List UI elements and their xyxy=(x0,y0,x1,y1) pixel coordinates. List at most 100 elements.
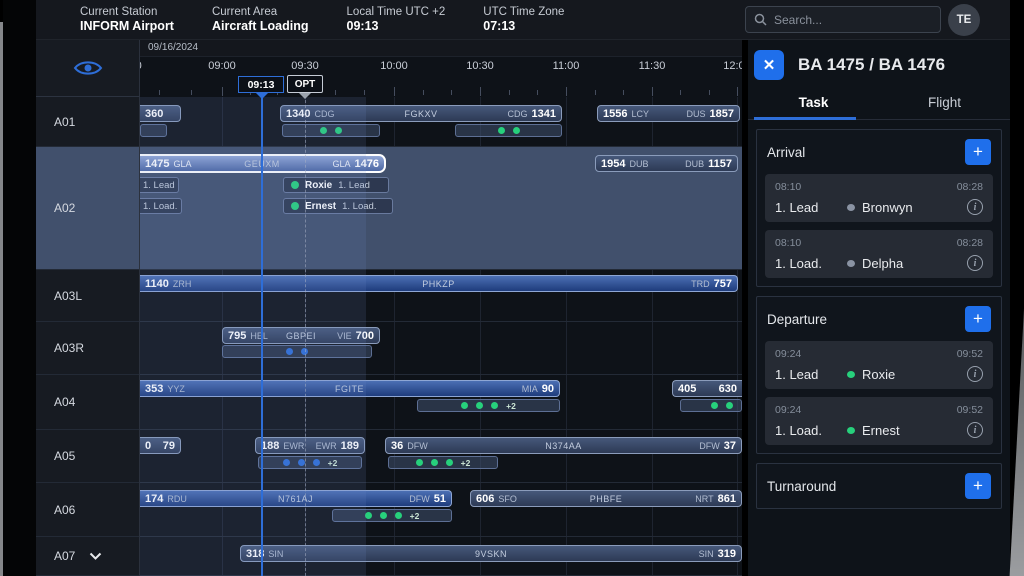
flight-number: 189 xyxy=(341,440,359,452)
flight-bar[interactable]: 353YYZFGITEMIA90 xyxy=(140,380,560,397)
gantt-row-A03R[interactable]: 795HELGBPEIVIE700 xyxy=(140,322,742,375)
task-assignee: Roxie xyxy=(847,367,967,382)
flight-bar-left: 1556LCY xyxy=(603,108,653,120)
search-box[interactable] xyxy=(745,6,941,33)
flight-bar[interactable]: 1340CDGFGKXVCDG1341 xyxy=(280,105,562,122)
user-avatar[interactable]: TE xyxy=(948,4,980,36)
flight-bar-left: 360 xyxy=(145,108,163,120)
stand-label-A03R[interactable]: A03R xyxy=(36,322,139,375)
chevron-down-icon[interactable] xyxy=(89,552,102,561)
flight-number: 1157 xyxy=(708,158,732,170)
panel-header: ✕ BA 1475 / BA 1476 xyxy=(748,40,1010,86)
flight-bar[interactable]: 1556LCYDUS1857 xyxy=(597,105,740,122)
task-card[interactable]: 08:1008:281. LeadBronwyni xyxy=(765,174,993,222)
task-progress-bar[interactable] xyxy=(222,345,372,358)
task-end-time: 09:52 xyxy=(957,404,983,416)
flight-bar[interactable]: 795HELGBPEIVIE700 xyxy=(222,327,380,344)
stand-label-A07[interactable]: A07 xyxy=(36,537,139,576)
section-header: Arrival+ xyxy=(757,130,1001,174)
gantt-row-A07[interactable]: 318SIN9VSKNSIN319 xyxy=(140,537,742,576)
flight-bar[interactable]: 606SFOPHBFENRT861 xyxy=(470,490,742,507)
tick-row xyxy=(140,78,742,97)
flight-bar[interactable]: 1140ZRHPHKZPTRD757 xyxy=(140,275,738,292)
info-icon[interactable]: i xyxy=(967,422,983,438)
flight-bar-right: DUB1157 xyxy=(681,158,732,170)
flight-bar[interactable]: 318SIN9VSKNSIN319 xyxy=(240,545,742,562)
section-departure: Departure+09:2409:521. LeadRoxiei09:2409… xyxy=(756,296,1002,454)
gantt-row-A05[interactable]: 079 188EWR EWR189 36DFWN374AADFW37 +2 +2 xyxy=(140,430,742,483)
info-icon[interactable]: i xyxy=(967,255,983,271)
gantt-row-A02[interactable]: 1475GLAGEUXMGLA1476 1954DUBDUB1157 1. Lead… xyxy=(140,147,742,270)
flight-bar-left: 353YYZ xyxy=(145,383,189,395)
gantt-rows: 3601340CDGFGKXVCDG13411556LCYDUS18571475… xyxy=(140,97,742,576)
task-progress-bar[interactable] xyxy=(282,124,380,137)
assignee-name: Ernest xyxy=(862,423,900,438)
tab-flight[interactable]: Flight xyxy=(879,86,1010,119)
assignee-status-dot xyxy=(847,371,855,378)
task-progress-bar[interactable]: +2 xyxy=(332,509,452,522)
flight-bar[interactable]: 1954DUBDUB1157 xyxy=(595,155,738,172)
task-chip[interactable]: Ernest1. Load. xyxy=(283,198,393,214)
flight-number: 319 xyxy=(718,548,736,560)
close-icon[interactable]: ✕ xyxy=(754,50,784,80)
topbar-item-value: 07:13 xyxy=(483,19,564,34)
flight-number: 90 xyxy=(542,383,554,395)
flight-bar-left: 405 xyxy=(678,383,696,395)
add-task-button[interactable]: + xyxy=(965,473,991,499)
airport-code: VIE xyxy=(337,331,352,341)
add-task-button[interactable]: + xyxy=(965,139,991,165)
search-input[interactable] xyxy=(774,13,924,27)
task-progress-bar[interactable]: +2 xyxy=(258,456,362,469)
task-card[interactable]: 09:2409:521. Load.Ernesti xyxy=(765,397,993,445)
task-progress-bar[interactable] xyxy=(455,124,562,137)
flight-bar-left: 188EWR xyxy=(261,440,308,452)
info-icon[interactable]: i xyxy=(967,199,983,215)
stand-label-A01[interactable]: A01 xyxy=(36,97,139,147)
flight-bar[interactable]: 174RDUN761AJDFW51 xyxy=(140,490,452,507)
stand-label-A05[interactable]: A05 xyxy=(36,430,139,483)
task-status-dot xyxy=(298,459,305,466)
gantt-row-A01[interactable]: 3601340CDGFGKXVCDG13411556LCYDUS1857 xyxy=(140,97,742,147)
stand-label-A02[interactable]: A02 xyxy=(36,147,139,270)
stand-label-A04[interactable]: A04 xyxy=(36,375,139,430)
flight-number: 1140 xyxy=(145,278,169,290)
task-chip[interactable]: 1. Load. xyxy=(140,198,182,214)
task-status-dot xyxy=(291,181,299,189)
gantt-row-A03L[interactable]: 1140ZRHPHKZPTRD757 xyxy=(140,270,742,322)
task-progress-bar[interactable]: +2 xyxy=(388,456,498,469)
flight-bar[interactable]: 1475GLAGEUXMGLA1476 xyxy=(140,154,386,173)
search-icon xyxy=(754,13,767,26)
airport-code: NRT xyxy=(695,494,713,504)
eye-icon[interactable] xyxy=(73,59,103,77)
gantt-row-A06[interactable]: 174RDUN761AJDFW51 606SFOPHBFENRT861 +2 xyxy=(140,483,742,537)
gantt-row-A04[interactable]: 353YYZFGITEMIA90 405630 +2 xyxy=(140,375,742,430)
task-progress-bar[interactable] xyxy=(680,399,742,412)
info-icon[interactable]: i xyxy=(967,366,983,382)
task-label: 1. Load. xyxy=(143,201,177,212)
flight-number: 79 xyxy=(163,440,175,452)
task-chip[interactable]: Roxie1. Lead xyxy=(283,177,389,193)
task-times: 09:24 09:52 xyxy=(775,404,983,416)
task-card[interactable]: 09:2409:521. LeadRoxiei xyxy=(765,341,993,389)
stand-label-A06[interactable]: A06 xyxy=(36,483,139,537)
topbar-item-value: INFORM Airport xyxy=(80,19,174,34)
axis-minor-tick xyxy=(451,90,452,95)
task-progress-bar[interactable]: +2 xyxy=(417,399,560,412)
task-start-time: 09:24 xyxy=(775,404,801,416)
opt-label[interactable]: OPT xyxy=(287,75,323,93)
flight-bar[interactable]: 360 xyxy=(140,105,181,122)
flight-bar-right: EWR189 xyxy=(312,440,359,452)
axis-minor-tick xyxy=(191,90,192,95)
flight-bar[interactable]: 36DFWN374AADFW37 xyxy=(385,437,742,454)
airport-code: DFW xyxy=(699,441,720,451)
flight-bar[interactable]: 188EWR EWR189 xyxy=(255,437,365,454)
task-card[interactable]: 08:1008:281. Load.Delphai xyxy=(765,230,993,278)
task-progress-bar[interactable] xyxy=(140,124,167,137)
tab-task[interactable]: Task xyxy=(748,86,879,119)
stand-label-A03L[interactable]: A03L xyxy=(36,270,139,322)
airport-code: DUS xyxy=(687,109,706,119)
flight-bar[interactable]: 405630 xyxy=(672,380,742,397)
task-chip[interactable]: 1. Lead xyxy=(140,177,179,193)
flight-bar[interactable]: 079 xyxy=(140,437,181,454)
add-task-button[interactable]: + xyxy=(965,306,991,332)
